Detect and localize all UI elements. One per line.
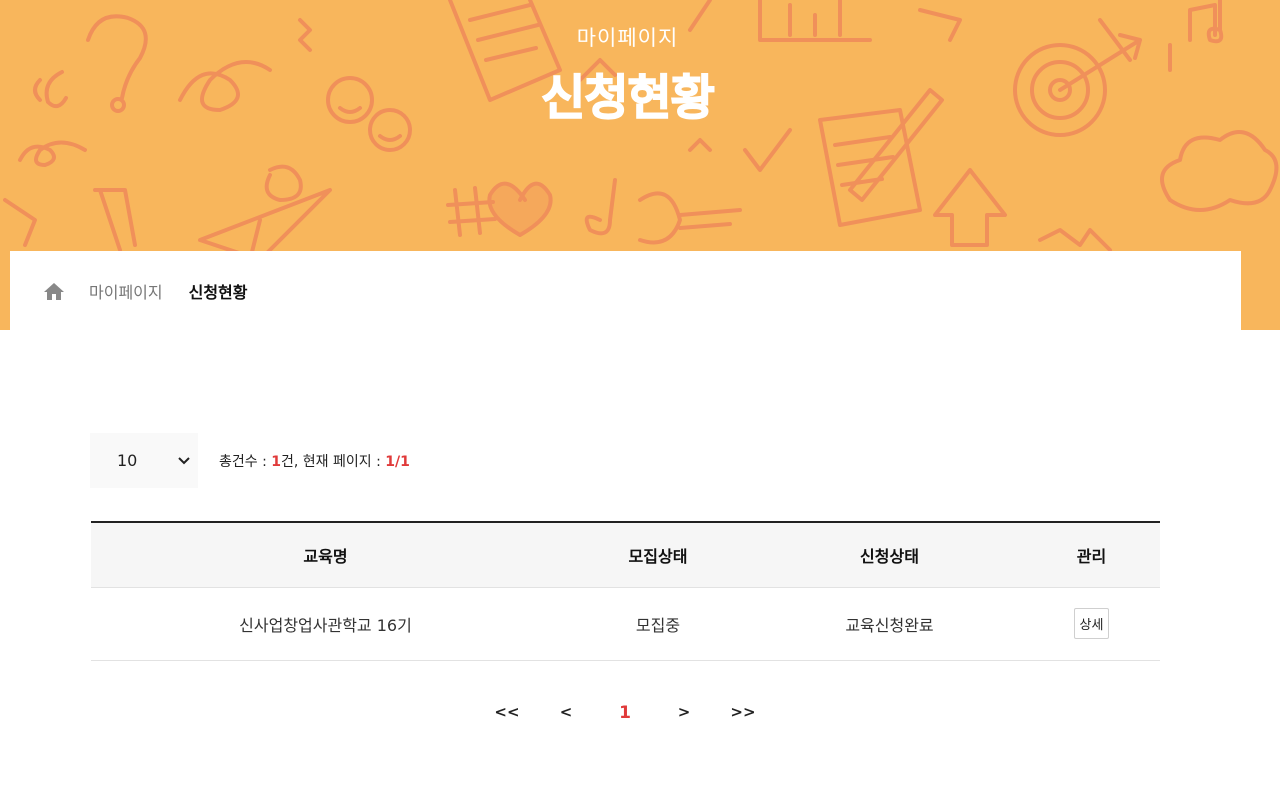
cell-course: 신사업창업사관학교 16기 [91,587,560,661]
count-prefix: 총건수 : [219,453,272,470]
table-header-row: 교육명 모집상태 신청상태 관리 [91,522,1160,588]
breadcrumb-item-current: 신청현황 [188,282,248,302]
hero-title: 신청현황 [540,69,715,127]
cell-recruit-status: 모집중 [560,587,756,661]
table-row: 신사업창업사관학교 16기 모집중 교육신청완료 상세 [91,587,1160,661]
page-size-select[interactable]: 10 [90,433,198,488]
page-value: 1/1 [385,453,410,470]
application-table: 교육명 모집상태 신청상태 관리 신사업창업사관학교 16기 모집중 교육신청완… [91,521,1160,661]
breadcrumb-item-mypage[interactable]: 마이페이지 [89,279,163,303]
total-count-text: 총건수 : 1건, 현재 페이지 : 1/1 [219,451,410,471]
hero-subtitle: 마이페이지 [576,26,679,50]
header-apply-status: 신청상태 [756,522,1023,588]
page-first-button[interactable]: << [478,703,537,723]
count-value: 1 [271,453,282,470]
cell-apply-status: 교육신청완료 [756,587,1023,661]
page-current[interactable]: 1 [596,703,655,723]
count-suffix: 건, 현재 페이지 : [281,453,386,470]
page-next-button[interactable]: > [655,703,714,723]
detail-button[interactable]: 상세 [1073,608,1110,639]
page-prev-button[interactable]: < [537,703,596,723]
header-course: 교육명 [91,522,560,588]
home-icon[interactable] [43,281,65,301]
header-manage: 관리 [1023,522,1160,588]
chevron-down-icon [178,456,190,464]
page-last-button[interactable]: >> [714,703,773,723]
pagination: << < 1 > >> [0,703,1250,723]
header-recruit-status: 모집상태 [560,522,756,588]
page-size-value: 10 [117,451,138,470]
breadcrumb: 마이페이지 신청현황 [10,251,1241,330]
cell-manage: 상세 [1023,587,1160,661]
list-controls: 10 총건수 : 1건, 현재 페이지 : 1/1 [90,433,410,488]
